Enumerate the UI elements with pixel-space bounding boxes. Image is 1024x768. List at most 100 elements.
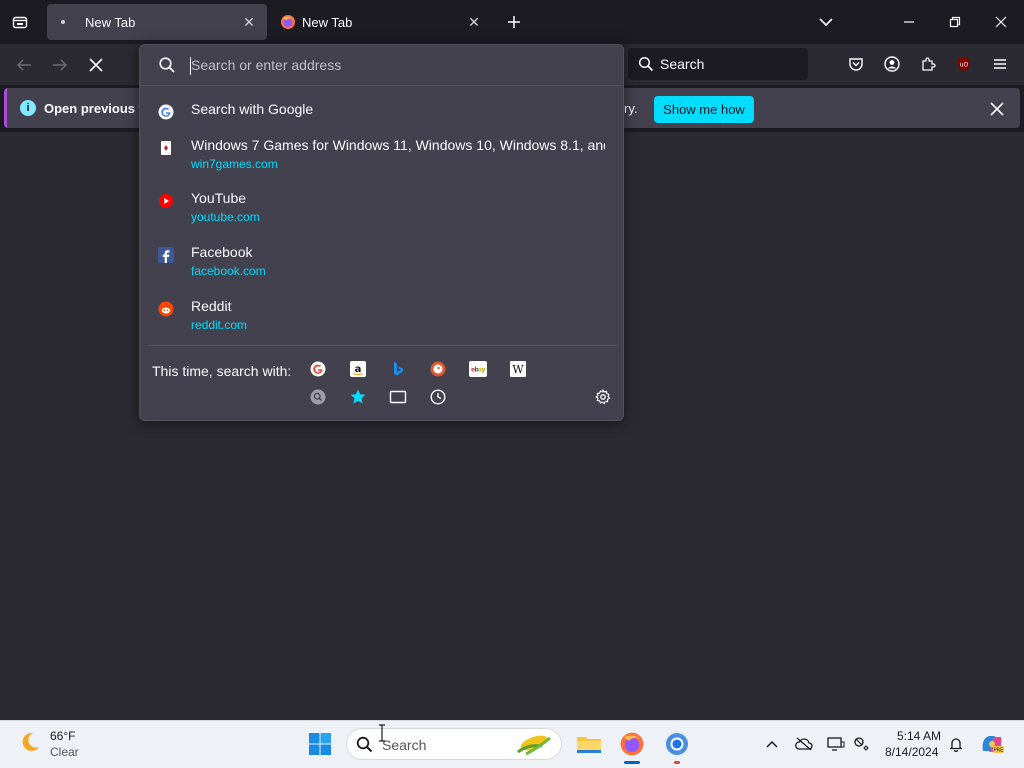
search-engine-mode-button[interactable] xyxy=(308,387,328,407)
engine-wikipedia-button[interactable]: W xyxy=(508,359,528,379)
cards-icon xyxy=(158,140,174,156)
start-button[interactable] xyxy=(306,730,334,758)
result-title: Facebook xyxy=(191,244,253,260)
onedrive-tray-icon[interactable] xyxy=(794,734,814,754)
engine-bing-button[interactable] xyxy=(388,359,408,379)
urlbar-input[interactable]: Search or enter address xyxy=(191,57,341,73)
engine-duckduckgo-button[interactable] xyxy=(428,359,448,379)
divider xyxy=(148,345,617,346)
tabs-icon xyxy=(389,390,407,404)
account-icon xyxy=(884,56,900,72)
clock-date[interactable]: 8/14/2024 xyxy=(885,745,938,759)
tab-close-icon[interactable]: ✕ xyxy=(237,10,261,34)
facebook-icon xyxy=(158,247,174,263)
svg-text:W: W xyxy=(512,363,524,376)
bell-icon xyxy=(949,738,963,752)
account-button[interactable] xyxy=(880,52,904,76)
bing-icon xyxy=(394,362,403,376)
urlbar-result-win7games[interactable]: Windows 7 Games for Windows 11, Windows … xyxy=(148,137,618,173)
taskbar-search-label: Search xyxy=(382,737,427,753)
result-title: Search with Google xyxy=(191,101,314,117)
ublock-origin-icon: uO xyxy=(958,57,970,71)
puzzle-icon xyxy=(922,57,936,71)
engine-amazon-button[interactable]: a xyxy=(348,359,368,379)
network-status-icon xyxy=(854,737,869,751)
stop-button[interactable] xyxy=(83,52,109,78)
show-hidden-icons-button[interactable] xyxy=(762,734,782,754)
network-volume-tray[interactable] xyxy=(852,734,872,754)
duckduckgo-icon xyxy=(430,361,446,377)
ublock-button[interactable]: uO xyxy=(952,52,976,76)
urlbar-result-reddit[interactable]: Reddit reddit.com xyxy=(148,298,618,334)
minimize-icon xyxy=(904,21,914,23)
search-box-label: Search xyxy=(660,56,705,72)
urlbar-input-row[interactable]: Search or enter address xyxy=(140,45,623,86)
close-icon xyxy=(995,16,1007,28)
amazon-icon: a xyxy=(350,361,366,377)
clock-time[interactable]: 5:14 AM xyxy=(897,729,941,743)
bookmarks-mode-button[interactable] xyxy=(348,387,368,407)
one-off-search-label: This time, search with: xyxy=(152,363,292,379)
file-explorer-button[interactable] xyxy=(575,730,603,758)
ebay-icon: ebay xyxy=(469,361,487,377)
close-icon xyxy=(990,102,1004,116)
google-icon xyxy=(310,361,326,377)
result-url: facebook.com xyxy=(191,264,266,278)
back-button[interactable] xyxy=(11,52,37,78)
toolbar-search-box[interactable]: Search xyxy=(628,48,808,80)
reddit-icon xyxy=(158,301,174,317)
chevron-up-icon xyxy=(766,740,778,748)
result-url: reddit.com xyxy=(191,318,248,332)
svg-text:y: y xyxy=(482,367,486,374)
display-tray-icon[interactable] xyxy=(826,734,846,754)
copilot-icon: PRE xyxy=(982,736,1004,754)
app-menu-button[interactable] xyxy=(988,52,1012,76)
firefox-taskbar-button[interactable] xyxy=(618,730,646,758)
result-url: youtube.com xyxy=(191,210,260,224)
forward-arrow-icon xyxy=(53,59,68,71)
tab-new-tab[interactable]: New Tab ✕ xyxy=(272,4,492,40)
cloud-off-icon xyxy=(795,737,813,751)
tab-close-icon[interactable]: ✕ xyxy=(462,10,486,34)
list-all-tabs-button[interactable] xyxy=(814,10,838,34)
weather-temperature[interactable]: 66°F xyxy=(50,729,75,743)
tabs-mode-button[interactable] xyxy=(388,387,408,407)
forward-button[interactable] xyxy=(47,52,73,78)
extensions-button[interactable] xyxy=(916,52,940,76)
copilot-button[interactable]: PRE xyxy=(978,730,1006,758)
svg-text:PRE: PRE xyxy=(994,748,1004,754)
tab-new-tab-active[interactable]: New Tab ✕ xyxy=(47,4,267,40)
pocket-icon xyxy=(849,58,863,71)
moon-icon xyxy=(22,732,39,751)
chevron-down-icon xyxy=(819,18,833,27)
engine-ebay-button[interactable]: ebay xyxy=(468,359,488,379)
windows-logo-icon xyxy=(309,733,331,755)
notification-close-button[interactable] xyxy=(985,97,1009,121)
new-tab-button[interactable] xyxy=(502,10,526,34)
minimize-button[interactable] xyxy=(897,10,921,34)
chrome-taskbar-button[interactable] xyxy=(663,730,691,758)
urlbar-result-facebook[interactable]: Facebook facebook.com xyxy=(148,244,618,280)
close-window-button[interactable] xyxy=(989,10,1013,34)
search-icon xyxy=(356,736,373,753)
browser-icon xyxy=(666,733,688,755)
notifications-button[interactable] xyxy=(946,734,966,754)
urlbar-result-youtube[interactable]: YouTube youtube.com xyxy=(148,190,618,226)
tab-list-button[interactable] xyxy=(8,10,32,34)
info-icon: i xyxy=(20,100,36,116)
search-settings-button[interactable] xyxy=(593,387,613,407)
engine-google-button[interactable] xyxy=(308,359,328,379)
history-clock-icon xyxy=(430,389,446,405)
urlbar-result-search-google[interactable]: Search with Google xyxy=(148,101,618,121)
restore-button[interactable] xyxy=(943,10,967,34)
youtube-icon xyxy=(158,193,174,209)
mouse-cursor-ibeam xyxy=(379,724,385,742)
weather-widget[interactable] xyxy=(16,728,44,756)
history-mode-button[interactable] xyxy=(428,387,448,407)
show-me-how-button[interactable]: Show me how xyxy=(654,96,754,123)
firefox-icon xyxy=(620,732,644,756)
weather-condition[interactable]: Clear xyxy=(50,745,79,759)
search-icon xyxy=(159,57,175,73)
firefox-view-icon xyxy=(12,16,28,29)
pocket-button[interactable] xyxy=(844,52,868,76)
